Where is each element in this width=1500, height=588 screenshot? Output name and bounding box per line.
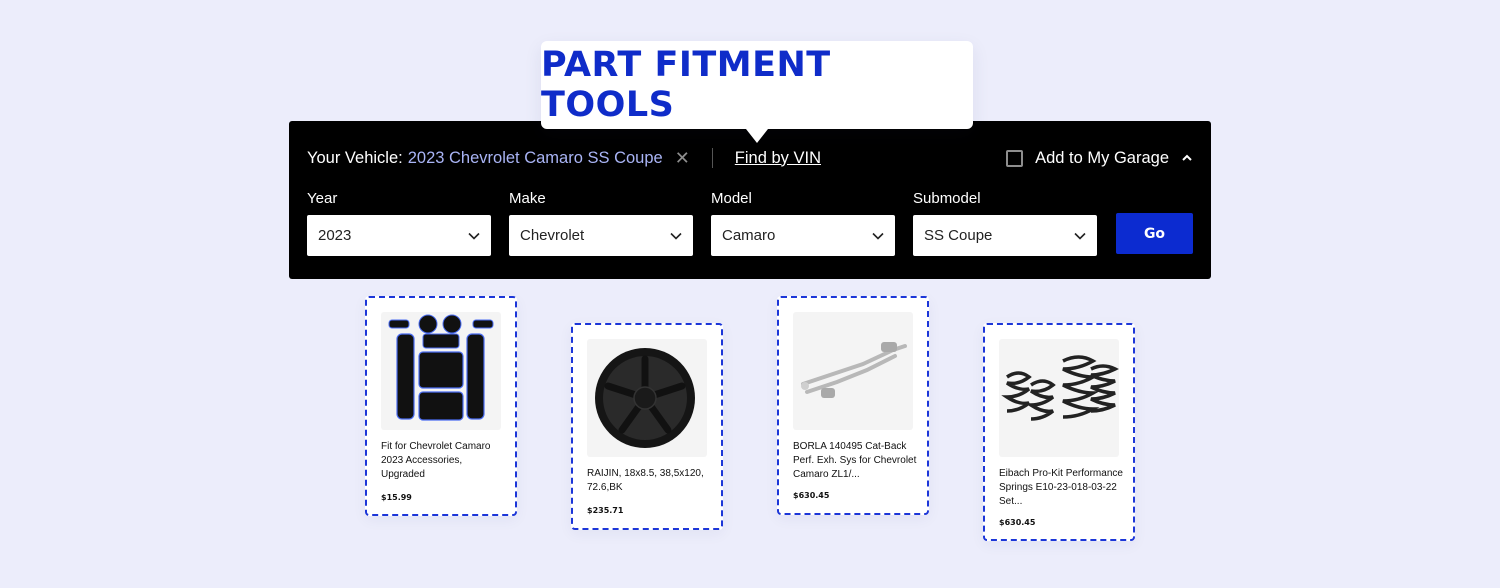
product-price: $235.71	[587, 506, 624, 515]
product-title[interactable]: BORLA 140495 Cat-Back Perf. Exh. Sys for…	[793, 440, 917, 482]
year-label: Year	[307, 190, 338, 207]
product-card[interactable]: BORLA 140495 Cat-Back Perf. Exh. Sys for…	[777, 296, 929, 515]
submodel-value: SS Coupe	[924, 227, 993, 244]
exhaust-system-icon	[801, 342, 907, 398]
chevron-down-icon	[872, 232, 884, 240]
callout-title: PART FITMENT TOOLS	[541, 45, 831, 125]
submodel-select[interactable]: SS Coupe	[913, 215, 1097, 256]
model-value: Camaro	[722, 227, 776, 244]
year-field: Year 2023	[307, 189, 491, 256]
product-price: $630.45	[999, 518, 1036, 527]
divider	[711, 148, 713, 168]
make-label: Make	[509, 190, 546, 207]
product-image	[793, 312, 913, 430]
vehicle-label: Your Vehicle:	[307, 148, 403, 167]
wheel-icon	[595, 348, 695, 448]
year-value: 2023	[318, 227, 352, 244]
product-title[interactable]: Eibach Pro-Kit Performance Springs E10-2…	[999, 467, 1123, 509]
product-card[interactable]: Eibach Pro-Kit Performance Springs E10-2…	[983, 323, 1135, 541]
find-by-vin-link[interactable]: Find by VIN	[735, 149, 821, 168]
make-value: Chevrolet	[520, 227, 585, 244]
chevron-down-icon	[670, 232, 682, 240]
fitment-panel: Your Vehicle: 2023 Chevrolet Camaro SS C…	[289, 121, 1211, 279]
product-title[interactable]: RAIJIN, 18x8.5, 38,5x120, 72.6,BK	[587, 467, 711, 495]
product-image	[587, 339, 707, 457]
model-field: Model Camaro	[711, 189, 895, 256]
product-title[interactable]: Fit for Chevrolet Camaro 2023 Accessorie…	[381, 440, 505, 482]
product-card[interactable]: RAIJIN, 18x8.5, 38,5x120, 72.6,BK $235.7…	[571, 323, 723, 530]
chevron-up-icon[interactable]	[1181, 152, 1193, 164]
product-card[interactable]: Fit for Chevrolet Camaro 2023 Accessorie…	[365, 296, 517, 516]
garage-label: Add to My Garage	[1035, 148, 1169, 167]
submodel-label: Submodel	[913, 190, 981, 207]
chevron-down-icon	[1074, 232, 1086, 240]
year-select[interactable]: 2023	[307, 215, 491, 256]
add-to-garage[interactable]: Add to My Garage	[1006, 147, 1193, 169]
make-field: Make Chevrolet	[509, 189, 693, 256]
submodel-field: Submodel SS Coupe	[913, 189, 1097, 256]
model-label: Model	[711, 190, 752, 207]
coil-springs-icon	[1001, 355, 1119, 421]
vehicle-line: Your Vehicle: 2023 Chevrolet Camaro SS C…	[307, 147, 821, 169]
callout-bubble: PART FITMENT TOOLS	[541, 41, 973, 143]
product-image	[381, 312, 501, 430]
garage-checkbox[interactable]	[1006, 149, 1024, 167]
model-select[interactable]: Camaro	[711, 215, 895, 256]
vehicle-value: 2023 Chevrolet Camaro SS Coupe	[407, 148, 663, 167]
console-liner-mats-icon	[388, 314, 494, 421]
product-image	[999, 339, 1119, 457]
clear-vehicle-icon[interactable]: ✕	[675, 149, 690, 167]
product-price: $15.99	[381, 493, 412, 502]
product-price: $630.45	[793, 491, 830, 500]
chevron-down-icon	[468, 232, 480, 240]
go-button[interactable]: Go	[1116, 213, 1193, 254]
make-select[interactable]: Chevrolet	[509, 215, 693, 256]
